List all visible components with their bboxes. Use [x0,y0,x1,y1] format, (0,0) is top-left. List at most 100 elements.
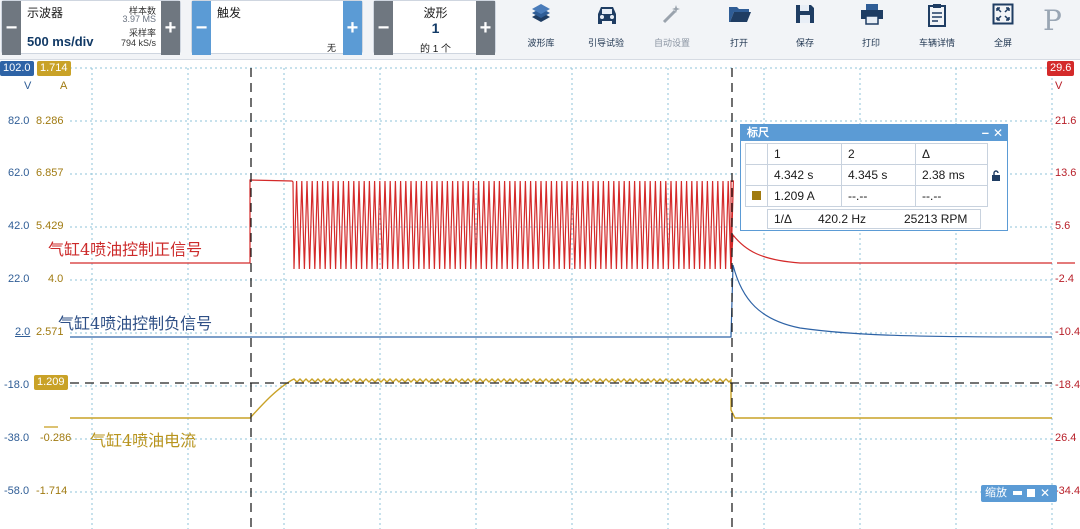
fullscreen-button[interactable]: 全屏 [971,0,1035,56]
ruler-close-button[interactable]: ✕ [993,125,1003,141]
trigger-increase-button[interactable]: + [343,1,362,55]
ruler-header[interactable]: 标尺 – ✕ [741,125,1007,141]
gold-axis-tick: 4.0 [48,273,64,285]
zoom-overview[interactable]: 缩放 ✕ [981,485,1057,502]
red-axis-tick: 5.6 [1055,220,1071,232]
table-row: 4.342 s 4.345 s 2.38 ms [745,164,1000,186]
save-label: 保存 [795,38,814,48]
trigger-mode[interactable]: 无 [327,41,336,54]
waveform-group: − 波形 1 的 1 个 + [373,0,496,55]
waveform-title: 波形 [423,6,448,20]
timebase-value[interactable]: 500 ms/div [27,34,94,49]
red-axis-top-value[interactable]: 29.6 [1047,61,1075,76]
zoom-close-icon[interactable]: ✕ [1040,485,1050,502]
waveform-index: 1 [431,20,440,36]
gold-axis-tick: 5.429 [36,220,64,232]
red-axis-tick: 21.6 [1055,115,1077,127]
save-icon [796,5,814,23]
red-axis-tick: 26.4 [1055,432,1077,444]
ruler-channel-swatch [745,185,768,207]
rate-value: 794 kS/s [120,38,156,48]
ruler-cell-blank [745,164,768,186]
folder-open-icon [729,7,751,22]
ruler-rpm: 25213 RPM [904,212,968,226]
vehicle-details-button[interactable]: 车辆详情 [905,0,969,56]
ruler-panel[interactable]: 标尺 – ✕ 1 2 Δ 4.342 s 4.345 s 2.38 ms 1.2… [740,124,1008,231]
waveform-library-button[interactable]: 波形库 [509,0,573,56]
zoom-minimize-icon[interactable] [1013,491,1022,495]
guided-test-button[interactable]: 引导试验 [574,0,638,56]
waveform-of-count: 的 1 个 [419,44,452,55]
timebase-decrease-button[interactable]: − [2,1,21,55]
blue-axis-tick: 82.0 [8,115,30,127]
blue-axis-tick: 2.0 [15,326,31,338]
channel-label-gold: 气缸4喷油电流 [90,431,197,450]
gold-axis-tick: 6.857 [36,167,64,179]
print-label: 打印 [861,38,880,48]
table-row: 1.209 A --.-- --.-- [745,185,988,207]
blue-axis-tick: -18.0 [4,379,30,391]
ruler-col1-header: 1 [767,143,842,165]
trigger-title: 触发 [217,6,242,20]
samples-value: 3.97 MS [122,14,156,24]
zoom-restore-icon[interactable] [1027,489,1035,497]
ruler-delta-header: Δ [915,143,988,165]
open-button[interactable]: 打开 [707,0,771,56]
gold-cursor-value[interactable]: 1.209 [34,375,68,390]
print-button[interactable]: 打印 [839,0,903,56]
red-axis-tick: 13.6 [1055,167,1077,179]
gold-channel-trace [70,378,1052,419]
magic-wand-icon [662,5,680,24]
scope-title: 示波器 [27,6,64,20]
timebase-increase-button[interactable]: + [161,1,180,55]
blue-axis-tick: 22.0 [8,273,30,285]
gold-axis-tick: 8.286 [36,115,64,127]
ruler-time-delta-value: 2.38 ms [922,168,965,182]
ruler-time-delta: 2.38 ms [915,164,1000,186]
save-button[interactable]: 保存 [773,0,837,56]
ruler-freq-row: 1/Δ 420.2 Hz 25213 RPM [767,209,981,229]
ruler-frequency: 420.2 Hz [818,212,867,226]
brand-logo: P [1043,4,1062,37]
ruler-title: 标尺 [747,127,769,139]
blue-channel-trace [70,264,1053,338]
blue-axis-tick: -58.0 [4,485,30,497]
gold-axis-top-value[interactable]: 1.714 [37,61,71,76]
trigger-group: − 触发 无 + [191,0,363,55]
ruler-minimize-button[interactable]: – [982,125,989,141]
waveform-next-button[interactable]: + [476,1,495,55]
gold-axis-tick: -0.286 [40,432,72,444]
channel-label-blue: 气缸4喷油控制负信号 [58,314,213,333]
ruler-time-2: 4.345 s [841,164,916,186]
fullscreen-label: 全屏 [993,38,1012,48]
waveform-library-label: 波形库 [527,38,555,48]
clipboard-icon [928,4,946,27]
ruler-table: 1 2 Δ 4.342 s 4.345 s 2.38 ms 1.209 A --… [745,143,1000,207]
waveform-prev-button[interactable]: − [374,1,393,55]
guided-test-label: 引导试验 [587,38,624,48]
lock-icon[interactable] [991,170,1001,181]
auto-setup-label: 自动设置 [653,38,690,48]
gold-channel-swatch-icon [752,191,761,200]
red-axis-tick: -2.4 [1055,273,1074,285]
scope-group: − 示波器 500 ms/div 样本数 3.97 MS 采样率 794 kS/… [1,0,181,55]
open-label: 打开 [729,38,748,48]
waveform-library-icon [532,4,550,22]
blue-axis-tick: -38.0 [4,432,30,444]
blue-axis-top-value[interactable]: 102.0 [0,61,34,76]
red-axis-tick: -18.4 [1055,379,1080,391]
red-axis-tick: -10.4 [1055,326,1080,338]
red-axis-tick: -34.4 [1055,485,1080,497]
ruler-amp-1: 1.209 A [767,185,842,207]
channel-label-red: 气缸4喷油控制正信号 [48,240,203,259]
auto-setup-button[interactable]: 自动设置 [640,0,704,56]
ruler-amp-2: --.-- [841,185,916,207]
fullscreen-icon [992,3,1014,25]
zoom-label: 缩放 [985,487,1007,499]
toolbar: − 示波器 500 ms/div 样本数 3.97 MS 采样率 794 kS/… [0,0,1080,60]
ruler-cell-blank [745,143,768,165]
trigger-decrease-button[interactable]: − [192,1,211,55]
gold-axis-tick: -1.714 [36,485,68,497]
ruler-col2-header: 2 [841,143,916,165]
ruler-inv-label: 1/Δ [774,212,793,226]
